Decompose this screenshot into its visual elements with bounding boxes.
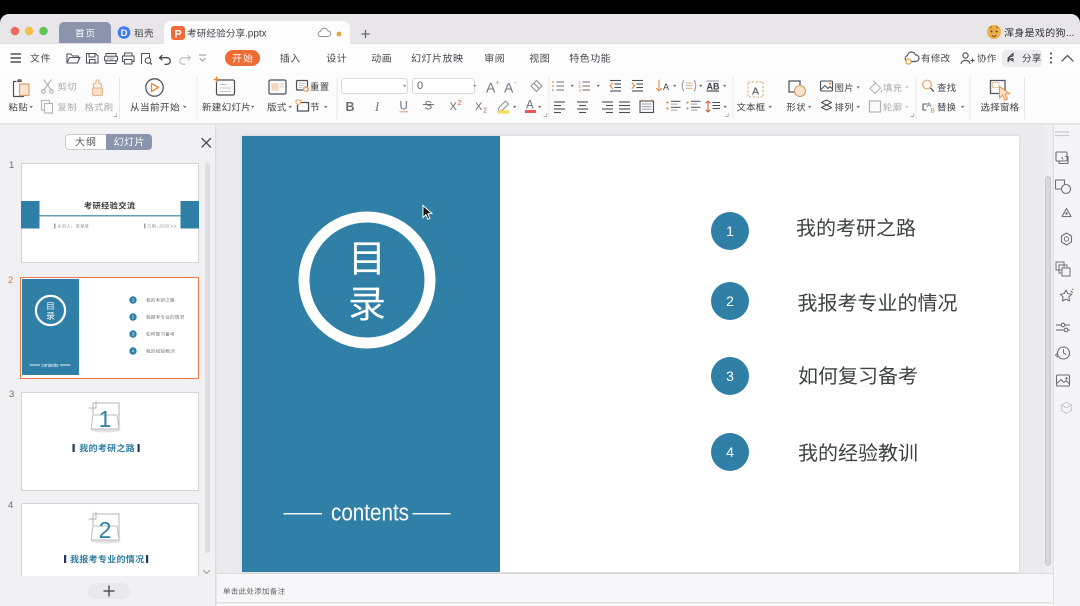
- svg-text:2: 2: [99, 517, 112, 543]
- svg-text:A: A: [752, 86, 759, 98]
- svg-text:X: X: [475, 101, 483, 113]
- svg-text:3: 3: [579, 88, 582, 93]
- svg-text:B: B: [931, 108, 935, 115]
- svg-text:PDF: PDF: [107, 57, 115, 61]
- svg-text:A: A: [663, 82, 669, 92]
- svg-text:2020.x.x: 2020.x.x: [159, 224, 177, 229]
- svg-text:U: U: [400, 101, 408, 113]
- svg-text:+: +: [496, 80, 500, 87]
- svg-text:.pptx: .pptx: [245, 29, 267, 40]
- svg-text:-: -: [514, 78, 517, 87]
- svg-text:2: 2: [8, 275, 13, 286]
- svg-text:2: 2: [483, 108, 487, 115]
- svg-text:A: A: [526, 100, 534, 112]
- svg-text:3: 3: [9, 389, 14, 400]
- svg-text:D: D: [121, 28, 128, 39]
- svg-text:contents: contents: [331, 499, 409, 526]
- svg-text:X: X: [450, 101, 458, 113]
- svg-text:contents: contents: [42, 363, 59, 369]
- svg-text:P: P: [174, 29, 181, 41]
- svg-text:I: I: [374, 100, 380, 114]
- svg-text:4: 4: [8, 500, 13, 511]
- svg-text:...: ...: [1066, 28, 1074, 39]
- svg-text:AB: AB: [707, 82, 720, 92]
- svg-text:1: 1: [99, 406, 112, 432]
- svg-text:A: A: [486, 80, 496, 96]
- svg-text:A: A: [504, 80, 514, 96]
- svg-text:S: S: [425, 101, 433, 113]
- svg-text:2: 2: [458, 100, 462, 107]
- svg-text:B: B: [346, 100, 355, 114]
- svg-text:1: 1: [9, 160, 14, 171]
